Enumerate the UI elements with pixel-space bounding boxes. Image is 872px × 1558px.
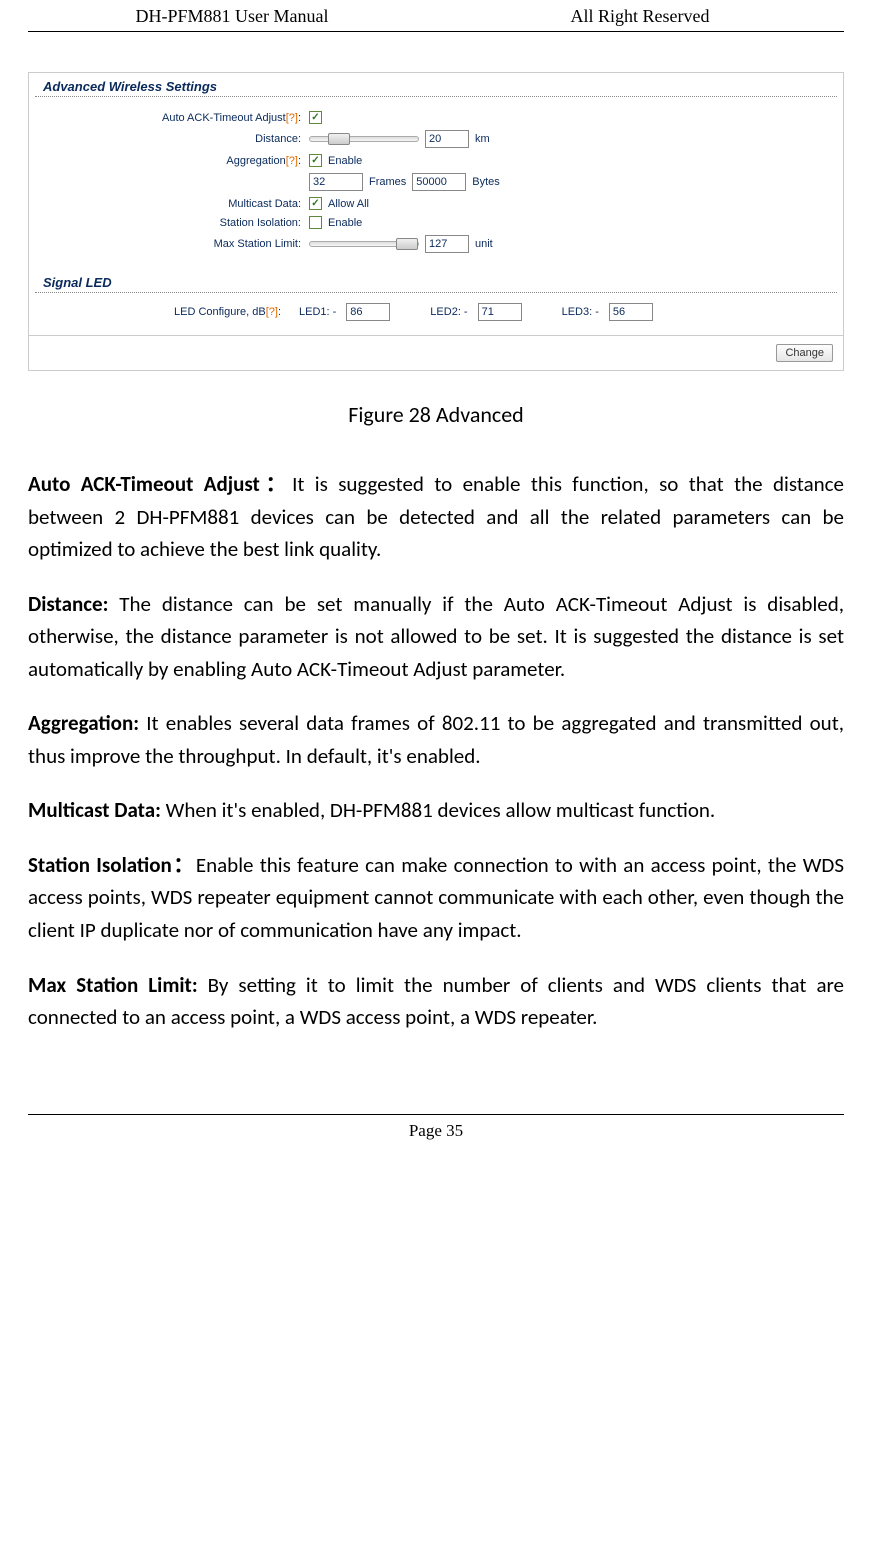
row-max-station: Max Station Limit: unit: [49, 235, 823, 253]
checkbox-auto-ack[interactable]: [309, 111, 322, 124]
row-distance: Distance: km: [49, 130, 823, 148]
para-multicast-text: When it's enabled, DH-PFM881 devices all…: [166, 797, 716, 823]
header-left: DH-PFM881 User Manual: [28, 6, 436, 27]
para-auto-ack: Auto ACK-Timeout Adjust：It is suggested …: [28, 468, 844, 566]
label-station-isolation: Station Isolation:: [49, 217, 309, 229]
section-signal-led: Signal LED: [35, 269, 837, 293]
label-max-station: Max Station Limit:: [49, 238, 309, 250]
para-distance: Distance: The distance can be set manual…: [28, 588, 844, 686]
help-icon[interactable]: [?]: [286, 155, 298, 167]
slider-max-station[interactable]: [309, 241, 419, 247]
row-station-isolation: Station Isolation: Enable: [49, 216, 823, 229]
input-bytes[interactable]: [412, 173, 466, 191]
slider-distance[interactable]: [309, 136, 419, 142]
label-multicast: Multicast Data:: [49, 198, 309, 210]
bytes-label: Bytes: [472, 176, 500, 188]
multicast-allow-label: Allow All: [328, 198, 369, 210]
header-right: All Right Reserved: [436, 6, 844, 27]
input-frames[interactable]: [309, 173, 363, 191]
station-isolation-enable-label: Enable: [328, 217, 362, 229]
section-advanced-wireless: Advanced Wireless Settings: [35, 73, 837, 97]
para-distance-text: The distance can be set manually if the …: [28, 591, 844, 682]
help-icon[interactable]: [?]: [266, 306, 278, 318]
settings-screenshot: Advanced Wireless Settings Auto ACK-Time…: [28, 72, 844, 371]
figure-caption: Figure 28 Advanced: [28, 401, 844, 428]
led1-label: LED1: -: [299, 306, 336, 318]
para-aggregation-title: Aggregation:: [28, 710, 139, 736]
aggregation-enable-label: Enable: [328, 155, 362, 167]
input-led1[interactable]: [346, 303, 390, 321]
checkbox-multicast[interactable]: [309, 197, 322, 210]
para-max-station: Max Station Limit: By setting it to limi…: [28, 969, 844, 1034]
change-button[interactable]: Change: [776, 344, 833, 362]
page-footer: Page 35: [28, 1114, 844, 1141]
input-max-station[interactable]: [425, 235, 469, 253]
para-station-isolation-title: Station Isolation：: [28, 852, 196, 878]
checkbox-aggregation[interactable]: [309, 154, 322, 167]
para-auto-ack-title: Auto ACK-Timeout Adjust：: [28, 471, 292, 497]
slider-thumb-icon[interactable]: [328, 133, 350, 145]
row-led-configure: LED Configure, dB[?]: LED1: - LED2: - LE…: [29, 293, 843, 335]
input-distance[interactable]: [425, 130, 469, 148]
para-distance-title: Distance:: [28, 591, 108, 617]
slider-thumb-icon[interactable]: [396, 238, 418, 250]
led2-label: LED2: -: [430, 306, 467, 318]
label-aggregation: Aggregation[?]:: [49, 155, 309, 167]
row-auto-ack: Auto ACK-Timeout Adjust[?]:: [49, 111, 823, 124]
para-aggregation: Aggregation: It enables several data fra…: [28, 707, 844, 772]
row-aggregation-values: Frames Bytes: [49, 173, 823, 191]
unit-unit: unit: [475, 238, 493, 250]
para-aggregation-text: It enables several data frames of 802.11…: [28, 710, 844, 769]
para-multicast: Multicast Data: When it's enabled, DH-PF…: [28, 794, 844, 827]
row-aggregation: Aggregation[?]: Enable: [49, 154, 823, 167]
page-header: DH-PFM881 User Manual All Right Reserved: [28, 0, 844, 32]
para-station-isolation: Station Isolation：Enable this feature ca…: [28, 849, 844, 947]
label-auto-ack: Auto ACK-Timeout Adjust[?]:: [49, 112, 309, 124]
help-icon[interactable]: [?]: [286, 112, 298, 124]
unit-km: km: [475, 133, 490, 145]
input-led3[interactable]: [609, 303, 653, 321]
label-distance: Distance:: [49, 133, 309, 145]
frames-label: Frames: [369, 176, 406, 188]
checkbox-station-isolation[interactable]: [309, 216, 322, 229]
input-led2[interactable]: [478, 303, 522, 321]
para-multicast-title: Multicast Data:: [28, 797, 166, 823]
led3-label: LED3: -: [562, 306, 599, 318]
para-max-station-title: Max Station Limit:: [28, 972, 208, 998]
row-multicast: Multicast Data: Allow All: [49, 197, 823, 210]
label-led-configure: LED Configure, dB[?]:: [49, 306, 289, 318]
